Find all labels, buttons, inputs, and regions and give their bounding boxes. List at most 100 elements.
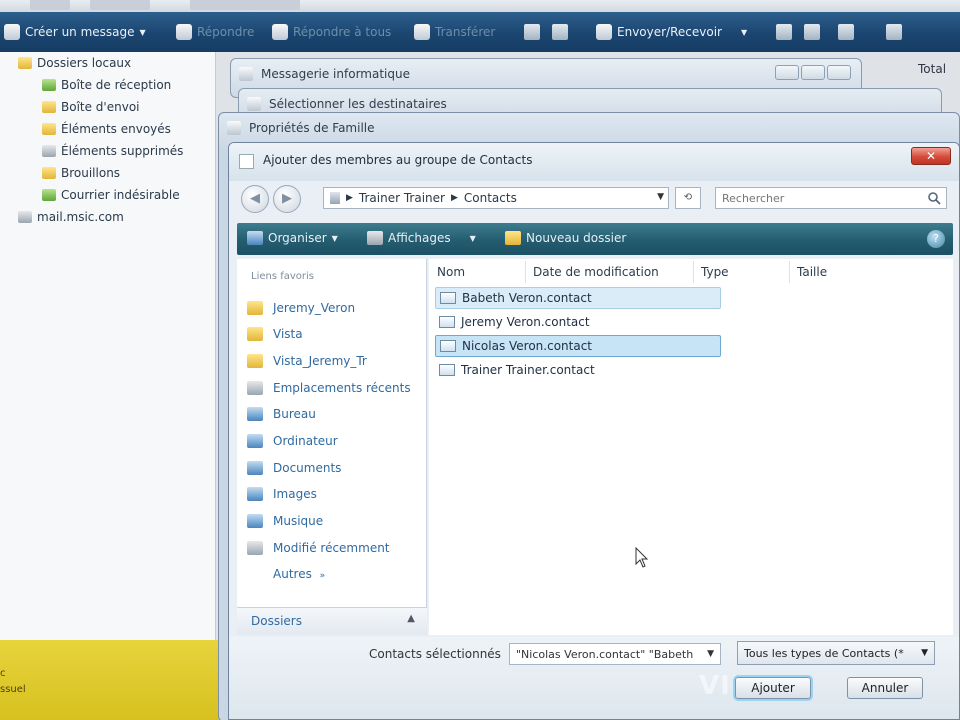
window-title: Propriétés de Famille: [249, 121, 375, 135]
create-message-label: Créer un message: [25, 25, 135, 39]
folder-local[interactable]: Dossiers locaux: [18, 54, 131, 72]
close-button[interactable]: ✕: [911, 147, 951, 165]
views-button[interactable]: Affichages ▼: [367, 231, 476, 245]
nav-item-label: Documents: [273, 461, 342, 475]
folder-deleted[interactable]: Éléments supprimés: [42, 142, 183, 160]
forward-button[interactable]: ▶: [273, 185, 301, 213]
nav-item-computer[interactable]: Ordinateur: [247, 432, 338, 450]
contact-type-value: Tous les types de Contacts (*: [744, 647, 904, 660]
file-row-trainer[interactable]: Trainer Trainer.contact: [435, 359, 595, 381]
nav-item-desktop[interactable]: Bureau: [247, 405, 316, 423]
outbox-icon: [42, 101, 56, 113]
documents-icon: [247, 461, 263, 475]
column-header-type[interactable]: Type: [701, 265, 729, 279]
file-name: Nicolas Veron.contact: [462, 339, 593, 353]
menu-fragment: [90, 0, 150, 10]
chevron-down-icon[interactable]: ▼: [707, 649, 714, 659]
nav-item-jeremy-veron[interactable]: Jeremy_Veron: [247, 299, 355, 317]
file-row-jeremy[interactable]: Jeremy Veron.contact: [435, 311, 590, 333]
music-icon: [247, 514, 263, 528]
column-separator[interactable]: [525, 261, 526, 283]
file-row-babeth[interactable]: Babeth Veron.contact: [435, 287, 721, 309]
folder-outbox[interactable]: Boîte d'envoi: [42, 98, 140, 116]
reply-all-icon: [272, 24, 288, 40]
nav-item-label: Vista_Jeremy_Tr: [273, 354, 367, 368]
cancel-button[interactable]: Annuler: [847, 677, 923, 699]
nav-item-vista-jeremy[interactable]: Vista_Jeremy_Tr: [247, 352, 367, 370]
minimize-icon[interactable]: [775, 65, 799, 80]
reply-icon: [176, 24, 192, 40]
nav-item-music[interactable]: Musique: [247, 512, 323, 530]
close-icon[interactable]: [827, 65, 851, 80]
more-links-button[interactable]: Autres »: [273, 567, 325, 581]
folder-server[interactable]: mail.msic.com: [18, 208, 124, 226]
breadcrumb-item[interactable]: Contacts: [464, 191, 517, 205]
calendar-icon[interactable]: [804, 24, 820, 40]
breadcrumb-item[interactable]: Trainer Trainer: [359, 191, 445, 205]
send-receive-button[interactable]: Envoyer/Recevoir ▼: [596, 22, 747, 42]
folder-sent[interactable]: Éléments envoyés: [42, 120, 171, 138]
window-icon: [227, 121, 241, 135]
file-name: Trainer Trainer.contact: [461, 363, 595, 377]
nav-item-recent-places[interactable]: Emplacements récents: [247, 379, 411, 397]
folders-toggle[interactable]: Dossiers ▲: [237, 607, 427, 635]
contact-file-icon: [439, 364, 455, 376]
print-icon[interactable]: [524, 24, 540, 40]
reply-button[interactable]: Répondre: [176, 22, 254, 42]
add-button[interactable]: Ajouter: [735, 677, 811, 699]
pictures-icon: [247, 487, 263, 501]
back-button[interactable]: ◀: [241, 185, 269, 213]
column-separator[interactable]: [693, 261, 694, 283]
organize-button[interactable]: Organiser ▼: [247, 231, 338, 245]
column-header-name[interactable]: Nom: [437, 265, 465, 279]
nav-item-documents[interactable]: Documents: [247, 459, 341, 477]
column-header-size[interactable]: Taille: [797, 265, 827, 279]
server-icon: [18, 211, 32, 223]
contact-file-icon: [439, 316, 455, 328]
message-preview-strip: c ssuel: [0, 640, 230, 720]
maximize-icon[interactable]: [801, 65, 825, 80]
delete-icon[interactable]: [552, 24, 568, 40]
new-folder-icon: [505, 231, 521, 245]
nav-item-recently-changed[interactable]: Modifié récemment: [247, 539, 390, 557]
nav-item-label: Vista: [273, 327, 303, 341]
find-icon[interactable]: [838, 24, 854, 40]
folder-pane: Dossiers locaux Boîte de réception Boîte…: [0, 52, 216, 640]
help-icon[interactable]: ?: [927, 230, 945, 248]
folder-label: Courrier indésirable: [61, 188, 180, 202]
contacts-icon[interactable]: [776, 24, 792, 40]
folder-junk[interactable]: Courrier indésirable: [42, 186, 180, 204]
mail-top-strip: [0, 0, 960, 12]
folder-label: Brouillons: [61, 166, 121, 180]
column-header-date[interactable]: Date de modification: [533, 265, 659, 279]
chevron-down-icon[interactable]: ▼: [657, 192, 664, 202]
file-row-nicolas[interactable]: Nicolas Veron.contact: [435, 335, 721, 357]
search-input[interactable]: [715, 187, 947, 209]
nav-item-label: Musique: [273, 514, 324, 528]
search-icon[interactable]: [927, 191, 941, 205]
inbox-icon: [42, 79, 56, 91]
address-bar[interactable]: ▶ Trainer Trainer ▶ Contacts ▼: [323, 187, 669, 209]
column-separator[interactable]: [789, 261, 790, 283]
reply-all-button[interactable]: Répondre à tous: [272, 22, 391, 42]
nav-item-vista[interactable]: Vista: [247, 325, 303, 343]
selected-contacts-field[interactable]: "Nicolas Veron.contact" "Babeth ▼: [509, 643, 721, 665]
dialog-icon: [239, 154, 254, 169]
contacts-folder-icon: [330, 192, 340, 204]
folder-drafts[interactable]: Brouillons: [42, 164, 120, 182]
contact-type-select[interactable]: Tous les types de Contacts (* ▼: [737, 641, 935, 665]
add-members-dialog: Ajouter des membres au groupe de Contact…: [228, 142, 960, 720]
window-icon: [247, 97, 261, 111]
contact-file-icon: [440, 340, 456, 352]
refresh-button[interactable]: ⟲: [675, 187, 701, 209]
recent-changed-icon: [247, 541, 263, 555]
new-folder-button[interactable]: Nouveau dossier: [505, 231, 626, 245]
nav-item-pictures[interactable]: Images: [247, 485, 317, 503]
folder-inbox[interactable]: Boîte de réception: [42, 76, 171, 94]
create-message-button[interactable]: Créer un message ▼: [4, 22, 146, 42]
newsgroup-icon[interactable]: [886, 24, 902, 40]
chevron-right-icon: ▶: [450, 193, 458, 203]
forward-button[interactable]: Transférer: [414, 22, 495, 42]
chevron-down-icon: ▼: [469, 233, 476, 243]
folder-label: mail.msic.com: [37, 210, 124, 224]
